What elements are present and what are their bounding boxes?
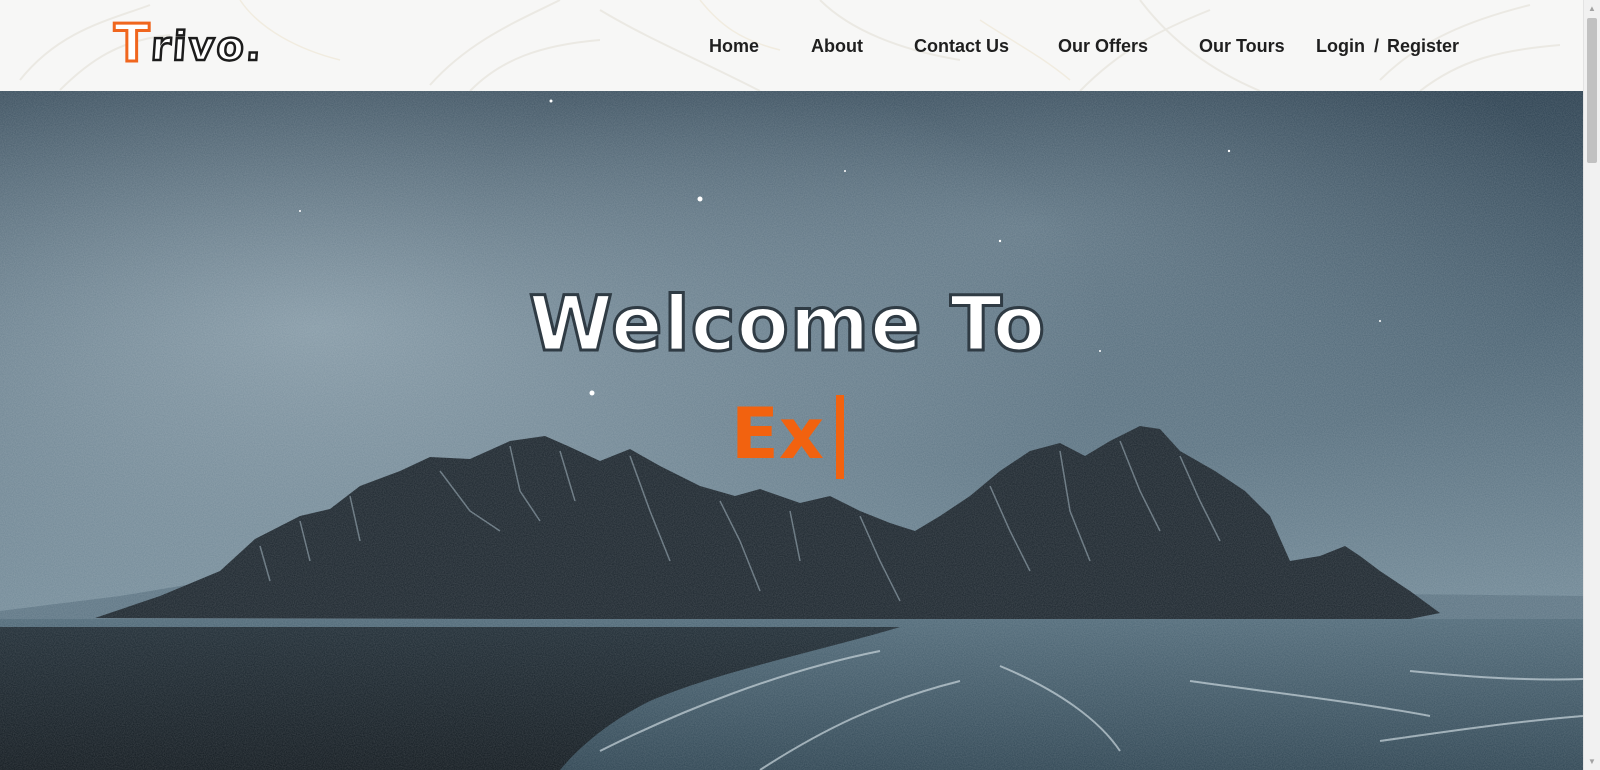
hero-typed-text-container: Ex bbox=[0, 391, 1579, 479]
nav-link-offers[interactable]: Our Offers bbox=[1058, 34, 1148, 58]
nav-link-home[interactable]: Home bbox=[709, 34, 759, 58]
scroll-thumb[interactable] bbox=[1587, 18, 1597, 163]
nav-link-contact[interactable]: Contact Us bbox=[914, 34, 1009, 58]
hero-title: Welcome To bbox=[527, 278, 1047, 370]
hero-typed-text: Ex bbox=[731, 393, 824, 475]
nav-link-login[interactable]: Login bbox=[1316, 34, 1365, 58]
nav-link-about[interactable]: About bbox=[811, 34, 863, 58]
nav-separator: / bbox=[1374, 36, 1380, 56]
scroll-down-arrow-icon[interactable]: ▼ bbox=[1584, 753, 1600, 770]
nav-link-register[interactable]: Register bbox=[1387, 34, 1459, 58]
scroll-up-arrow-icon[interactable]: ▲ bbox=[1584, 0, 1600, 17]
page-scrollbar[interactable]: ▲ ▼ bbox=[1583, 0, 1600, 770]
hero-section: Welcome To Ex bbox=[0, 91, 1583, 770]
nav-link-tours[interactable]: Our Tours bbox=[1199, 34, 1285, 58]
site-header: T rivo. Home About Contact Us Our Offers… bbox=[0, 0, 1583, 91]
main-nav: Home About Contact Us Our Offers Our Tou… bbox=[0, 34, 1583, 58]
text-cursor-icon bbox=[835, 395, 844, 479]
